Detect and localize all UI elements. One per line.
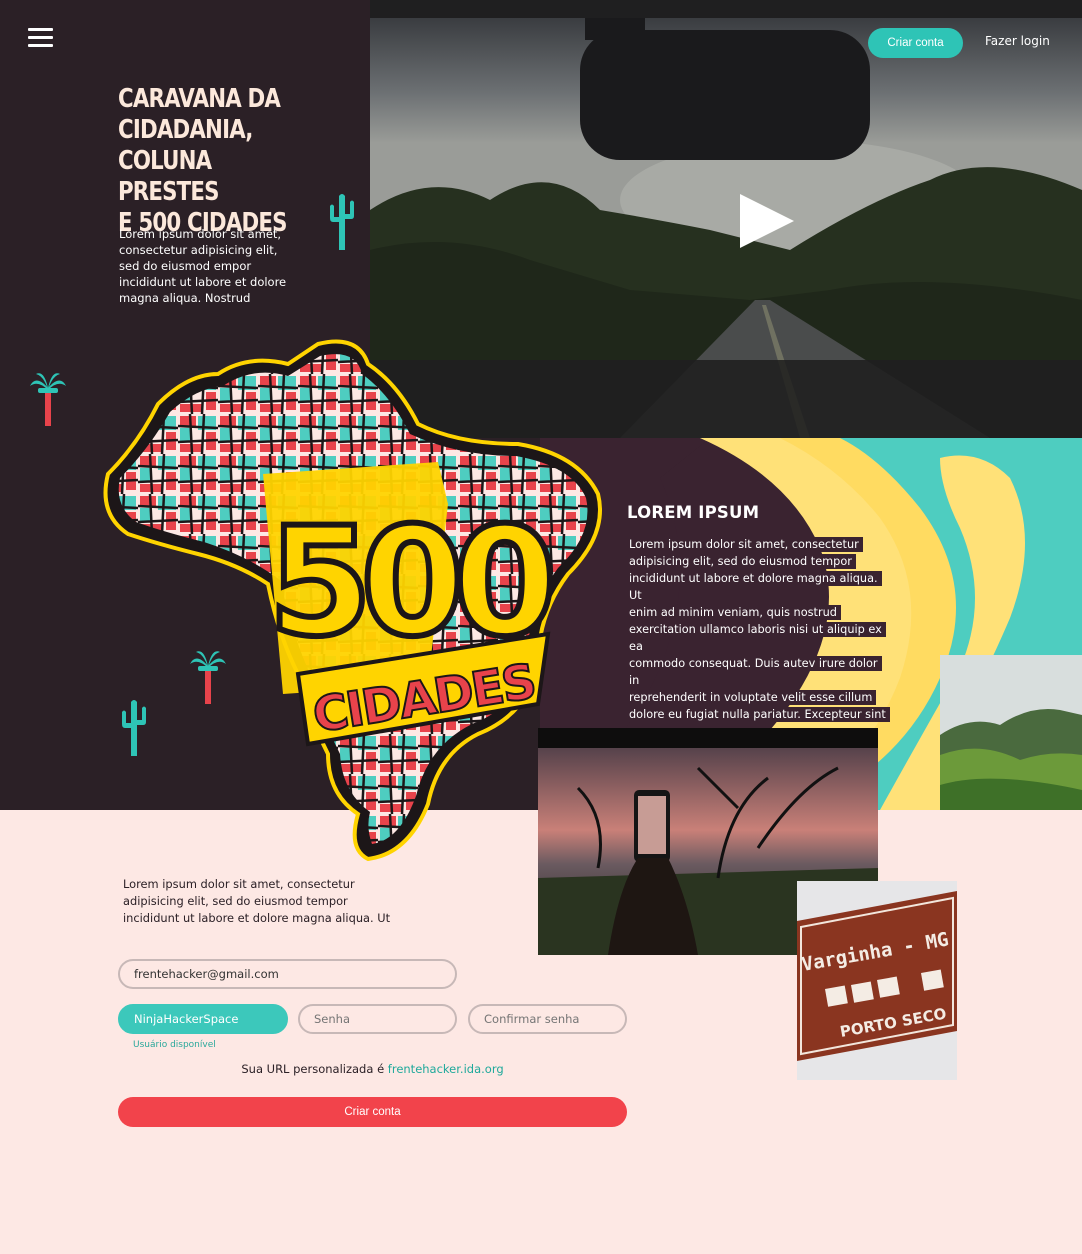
section-body: Lorem ipsum dolor sit amet, consectetur … xyxy=(625,536,895,723)
submit-create-account-button[interactable]: Criar conta xyxy=(118,1097,627,1127)
road-sign-photo: Varginha - MG PORTO SECO xyxy=(797,881,957,1080)
palm-tree-icon xyxy=(30,370,66,426)
cactus-icon xyxy=(328,192,356,250)
login-link[interactable]: Fazer login xyxy=(985,34,1050,48)
create-account-button[interactable]: Criar conta xyxy=(868,28,963,58)
mountain-photo xyxy=(940,655,1082,810)
password-field[interactable] xyxy=(298,1004,457,1034)
section-title: LOREM IPSUM xyxy=(627,503,760,522)
username-status: Usuário disponível xyxy=(133,1040,216,1050)
hero-intro: Lorem ipsum dolor sit amet, consectetur … xyxy=(119,227,287,305)
form-intro: Lorem ipsum dolor sit amet, consectetur … xyxy=(123,877,391,925)
username-field[interactable] xyxy=(118,1004,288,1034)
email-field[interactable] xyxy=(118,959,457,989)
custom-url-text: Sua URL personalizada é frentehacker.ida… xyxy=(241,1062,504,1076)
custom-url-link[interactable]: frentehacker.ida.org xyxy=(388,1062,504,1076)
page-title: CARAVANA DA CIDADANIA, COLUNA PRESTES E … xyxy=(118,84,287,238)
play-icon[interactable] xyxy=(740,194,796,248)
menu-icon[interactable] xyxy=(28,28,53,48)
brazil-map-logo: 500 CIDADES xyxy=(98,334,610,864)
confirm-password-field[interactable] xyxy=(468,1004,627,1034)
